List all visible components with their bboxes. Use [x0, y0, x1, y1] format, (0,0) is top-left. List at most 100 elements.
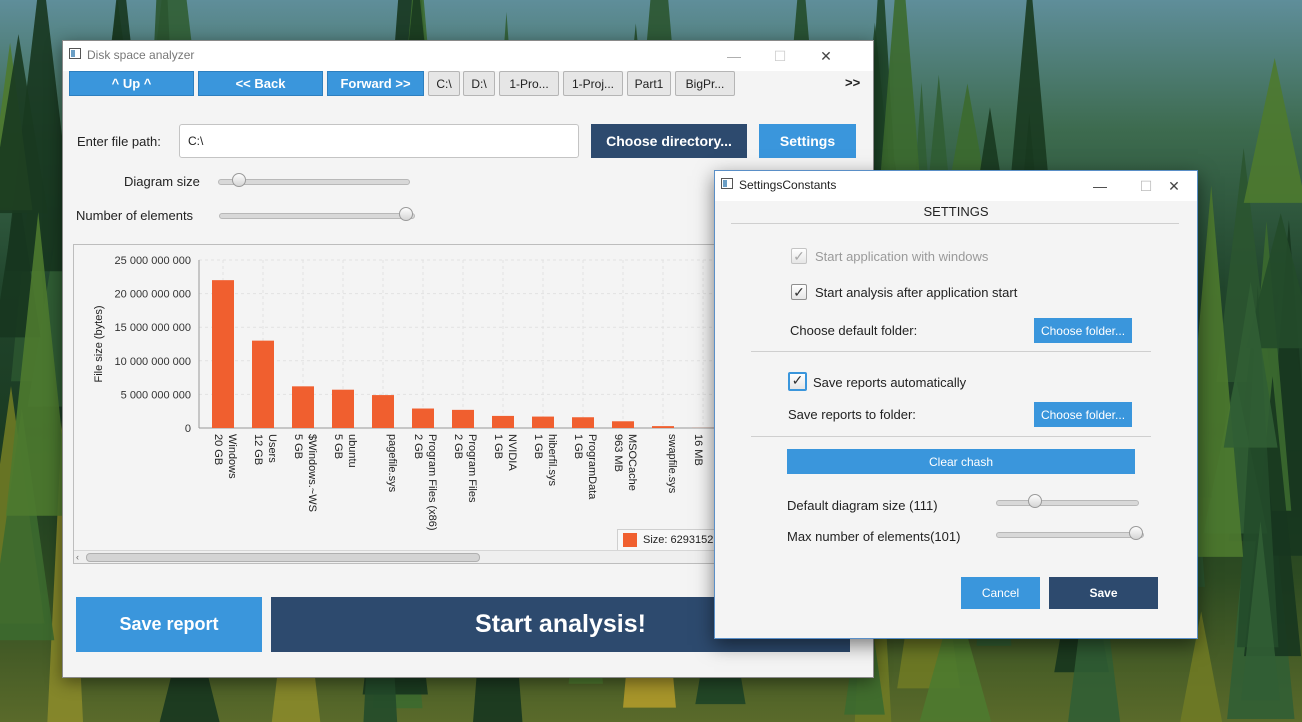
- x-tick-label: 12 GB: [252, 434, 264, 465]
- max-elements-label: Max number of elements(101): [787, 529, 961, 544]
- x-tick-label: ProgramData: [586, 434, 598, 500]
- save-report-button[interactable]: Save report: [76, 597, 262, 652]
- y-tick-label: 20 000 000 000: [115, 289, 191, 301]
- x-tick-label: Program Files (x86): [426, 434, 438, 531]
- y-tick-label: 15 000 000 000: [115, 322, 191, 334]
- path-label: Enter file path:: [77, 134, 161, 149]
- bar: [252, 340, 274, 428]
- breadcrumb-item[interactable]: 1-Proj...: [563, 71, 623, 96]
- minimize-button[interactable]: —: [711, 41, 757, 71]
- x-tick-label: 1 GB: [572, 434, 584, 459]
- x-tick-label: hiberfil.sys: [546, 434, 558, 486]
- navigation-bar: ^ Up ^ << Back Forward >> C:\ D:\ 1-Pro.…: [63, 71, 873, 105]
- x-tick-label: Program Files: [466, 434, 478, 503]
- save-button[interactable]: Save: [1049, 577, 1158, 609]
- save-reports-label: Save reports automatically: [813, 375, 967, 390]
- breadcrumb-item[interactable]: 1-Pro...: [499, 71, 559, 96]
- choose-default-folder-button[interactable]: Choose folder...: [1034, 318, 1132, 343]
- maximize-button[interactable]: ☐: [757, 41, 803, 71]
- path-input[interactable]: [179, 124, 579, 158]
- breadcrumb-d-drive[interactable]: D:\: [463, 71, 495, 96]
- elements-label: Number of elements: [76, 208, 194, 223]
- x-tick-label: 5 GB: [332, 434, 344, 459]
- x-tick-label: Windows: [226, 434, 238, 479]
- chart-horizontal-scrollbar[interactable]: ‹: [74, 550, 718, 563]
- start-with-windows-checkbox[interactable]: ✓: [791, 248, 807, 264]
- choose-directory-button[interactable]: Choose directory...: [591, 124, 747, 158]
- x-tick-label: $Windows.~WS: [306, 434, 318, 512]
- forward-button[interactable]: Forward >>: [327, 71, 424, 96]
- save-reports-checkbox[interactable]: ✓: [788, 372, 807, 391]
- x-tick-label: 1 GB: [532, 434, 544, 459]
- title-bar[interactable]: Disk space analyzer — ☐ ✕: [63, 41, 873, 71]
- x-tick-label: pagefile.sys: [386, 434, 398, 493]
- x-tick-label: 2 GB: [452, 434, 464, 459]
- chart-legend: Size: 6293152: [617, 529, 718, 551]
- bar-chart: 0 5 000 000 000 10 000 000 000 15 000 000 0…: [93, 255, 718, 531]
- x-tick-label: NVIDIA: [506, 434, 518, 471]
- y-axis-label: File size (bytes): [93, 305, 105, 382]
- up-button[interactable]: ^ Up ^: [69, 71, 194, 96]
- clear-cache-button[interactable]: Clear chash: [787, 449, 1135, 474]
- max-elements-slider[interactable]: [996, 526, 1144, 542]
- x-tick-label: ubuntu: [346, 434, 358, 468]
- bar: [372, 395, 394, 428]
- settings-dialog: SettingsConstants — ☐ ✕ SETTINGS ✓ Start…: [714, 170, 1198, 639]
- elements-slider[interactable]: [219, 207, 415, 223]
- x-tick-label: 5 GB: [292, 434, 304, 459]
- overflow-chevron-icon[interactable]: >>: [845, 75, 860, 90]
- slider-thumb[interactable]: [1128, 526, 1143, 540]
- bar: [652, 426, 674, 428]
- diagram-size-label: Diagram size: [124, 174, 200, 189]
- x-tick-label: MSOCache: [626, 434, 638, 491]
- bar: [292, 386, 314, 428]
- close-button[interactable]: ✕: [1151, 171, 1197, 201]
- dialog-title-bar[interactable]: SettingsConstants — ☐ ✕: [715, 171, 1197, 201]
- minimize-button[interactable]: —: [1077, 171, 1123, 201]
- y-tick-label: 5 000 000 000: [121, 389, 191, 401]
- save-reports-folder-label: Save reports to folder:: [788, 407, 916, 422]
- x-tick-label: swapfile.sys: [666, 434, 678, 494]
- x-tick-label: 16 MB: [692, 434, 704, 466]
- settings-button[interactable]: Settings: [759, 124, 856, 158]
- scroll-left-icon[interactable]: ‹: [76, 551, 79, 563]
- start-analysis-label: Start analysis after application start: [815, 285, 1018, 300]
- choose-report-folder-button[interactable]: Choose folder...: [1034, 402, 1132, 427]
- cancel-button[interactable]: Cancel: [961, 577, 1040, 609]
- x-tick-label: 1 GB: [492, 434, 504, 459]
- chart-panel: 0 5 000 000 000 10 000 000 000 15 000 000 0…: [73, 244, 719, 564]
- diagram-size-slider[interactable]: [218, 173, 410, 189]
- dialog-title: SettingsConstants: [739, 178, 837, 192]
- close-button[interactable]: ✕: [803, 41, 849, 71]
- y-tick-label: 0: [185, 423, 191, 435]
- default-diagram-size-label: Default diagram size (111): [787, 498, 938, 513]
- x-tick-label: 963 MB: [612, 434, 624, 472]
- bar: [532, 416, 554, 428]
- divider: [731, 223, 1179, 224]
- app-icon: [721, 178, 733, 189]
- scrollbar-thumb[interactable]: [86, 553, 480, 562]
- x-tick-label: 2 GB: [412, 434, 424, 459]
- bar: [492, 415, 514, 428]
- app-icon: [69, 48, 81, 59]
- bar: [612, 421, 634, 428]
- start-analysis-checkbox[interactable]: ✓: [791, 284, 807, 300]
- divider: [751, 351, 1151, 352]
- default-diagram-size-slider[interactable]: [996, 494, 1139, 510]
- bar: [412, 408, 434, 428]
- breadcrumb-c-drive[interactable]: C:\: [428, 71, 460, 96]
- back-button[interactable]: << Back: [198, 71, 323, 96]
- legend-label: Size: 6293152: [643, 534, 714, 546]
- breadcrumb-item[interactable]: Part1: [627, 71, 671, 96]
- x-tick-label: Users: [266, 434, 278, 463]
- y-tick-label: 10 000 000 000: [115, 356, 191, 368]
- x-tick-label: 20 GB: [212, 434, 224, 465]
- bar: [332, 389, 354, 428]
- bar: [572, 417, 594, 428]
- y-tick-label: 25 000 000 000: [115, 255, 191, 267]
- bar: [452, 409, 474, 428]
- window-title: Disk space analyzer: [87, 48, 195, 62]
- breadcrumb-item[interactable]: BigPr...: [675, 71, 735, 96]
- legend-swatch: [623, 533, 637, 547]
- default-folder-label: Choose default folder:: [790, 323, 918, 338]
